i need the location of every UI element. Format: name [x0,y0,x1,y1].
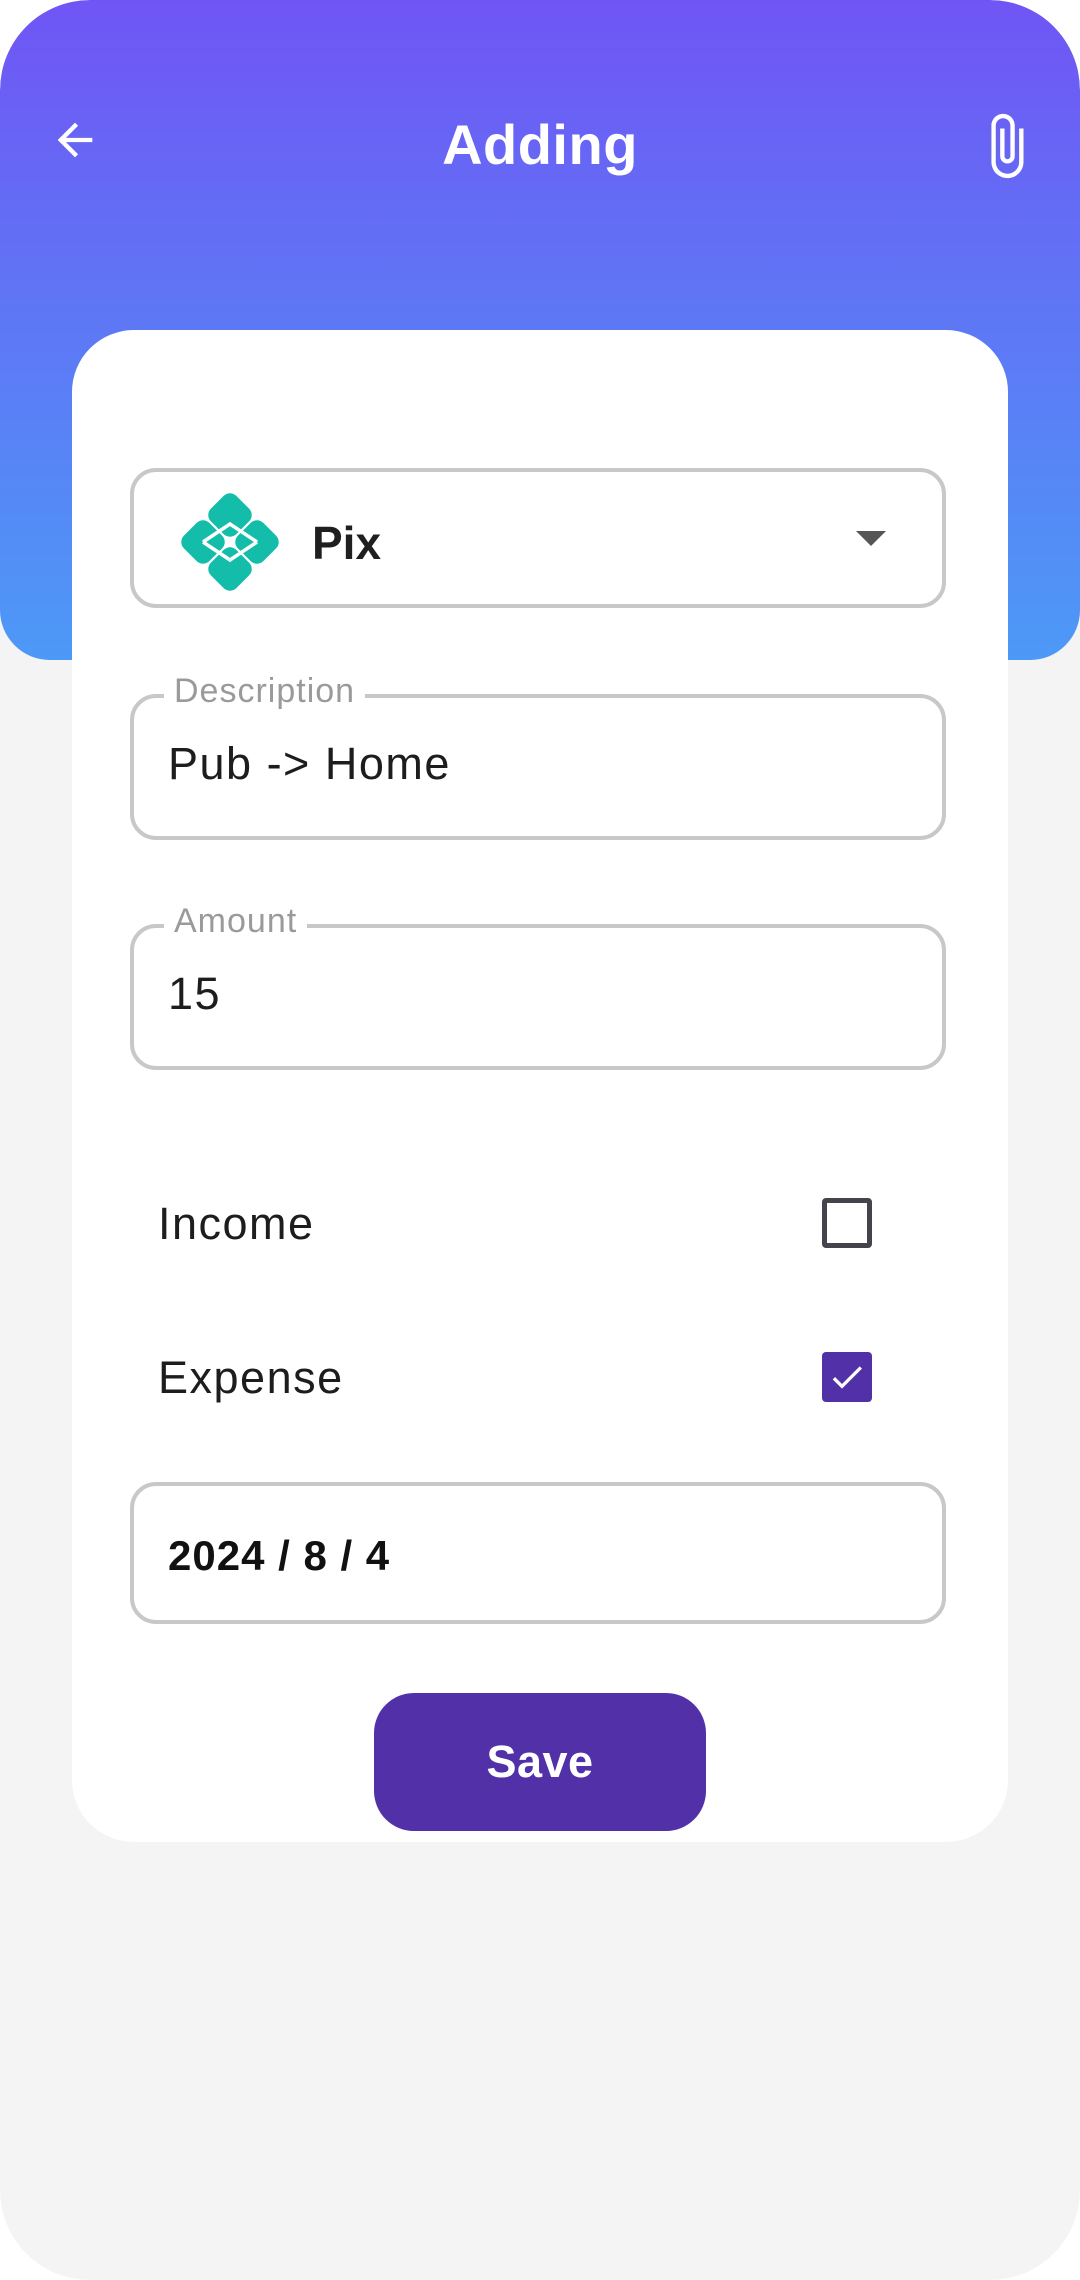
back-button[interactable] [40,105,110,175]
date-picker-field[interactable]: 2024 / 8 / 4 [130,1482,946,1624]
check-icon [832,1366,862,1389]
description-field[interactable]: Description [130,672,946,840]
pix-logo-icon [181,493,279,591]
payment-method-dropdown[interactable]: Pix [130,468,946,608]
date-value: 2024 / 8 / 4 [168,1532,391,1579]
screen: Adding Pix Description Amount Income [0,0,1080,2280]
arrow-left-icon [57,122,93,158]
amount-label: Amount [164,902,308,941]
expense-row[interactable]: Expense [130,1326,946,1426]
save-button-label: Save [486,1736,594,1787]
expense-label: Expense [158,1352,344,1403]
caret-down-icon [856,531,886,546]
payment-method-label: Pix [312,517,382,569]
description-label: Description [164,672,366,711]
amount-input[interactable] [168,968,908,1020]
save-button[interactable]: Save [374,1693,706,1831]
attach-button[interactable] [968,108,1044,184]
paperclip-icon [991,113,1024,179]
income-row[interactable]: Income [130,1172,946,1272]
income-label: Income [158,1198,315,1249]
description-input[interactable] [168,738,908,790]
income-checkbox[interactable] [822,1198,872,1248]
page-title: Adding [442,113,638,176]
amount-field[interactable]: Amount [130,902,946,1070]
expense-checkbox[interactable] [822,1352,872,1402]
